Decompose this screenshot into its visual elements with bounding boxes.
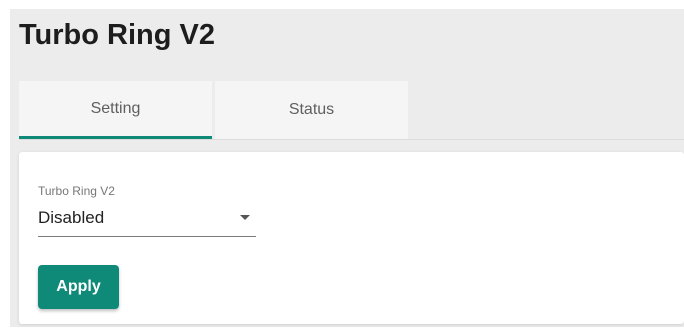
turbo-ring-field-label: Turbo Ring V2 (38, 184, 115, 198)
tab-bar: Setting Status (19, 81, 408, 139)
tab-setting[interactable]: Setting (19, 81, 212, 139)
select-value: Disabled (38, 208, 105, 227)
page-title: Turbo Ring V2 (19, 19, 216, 51)
settings-card: Turbo Ring V2 Disabled Apply (19, 152, 684, 324)
tab-status[interactable]: Status (215, 81, 408, 139)
apply-button[interactable]: Apply (38, 265, 119, 309)
turbo-ring-select[interactable]: Disabled (38, 200, 256, 237)
app-container: Turbo Ring V2 Setting Status Turbo Ring … (10, 9, 684, 327)
caret-down-icon (240, 215, 250, 220)
tab-divider (19, 139, 684, 140)
